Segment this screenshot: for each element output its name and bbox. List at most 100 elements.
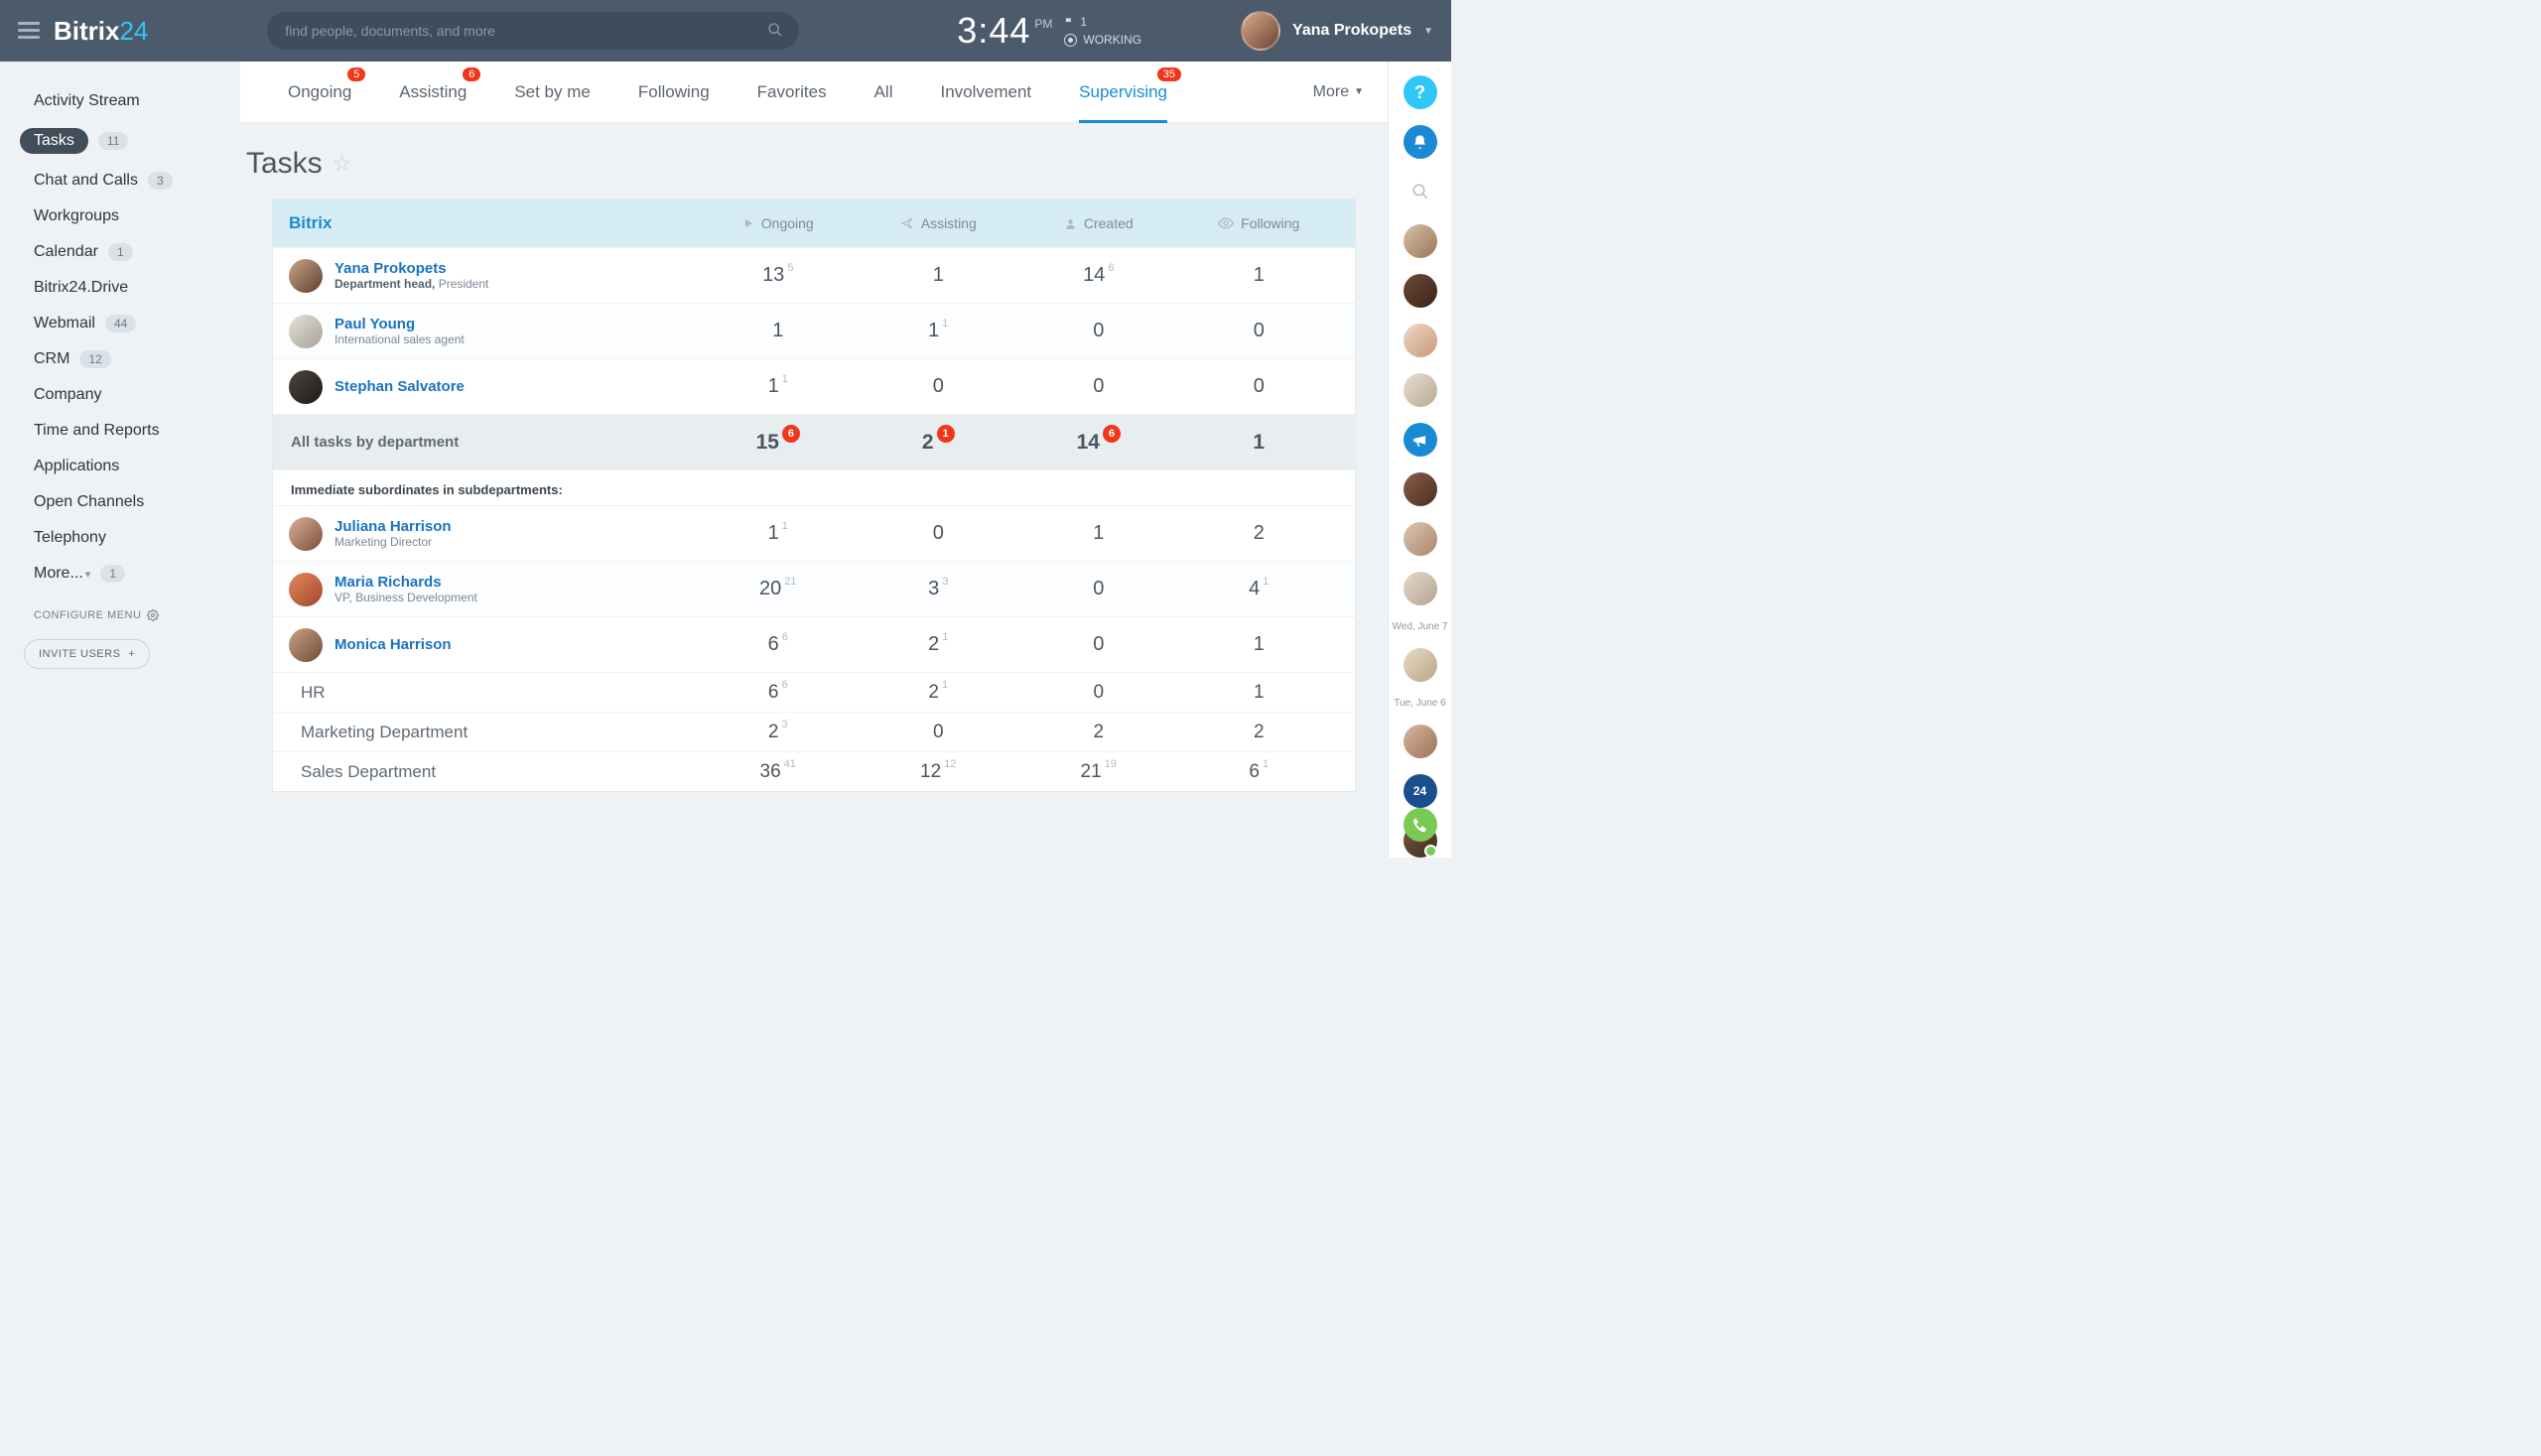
working-status: WORKING <box>1083 33 1141 47</box>
avatar[interactable] <box>289 315 323 348</box>
invite-users-button[interactable]: INVITE USERS + <box>24 639 150 669</box>
cell: 0 <box>1179 320 1340 342</box>
avatar[interactable] <box>289 370 323 404</box>
chevron-down-icon: ▾ <box>85 568 91 581</box>
sidebar-item[interactable]: Webmail44 <box>0 306 240 341</box>
sidebar-item[interactable]: More... ▾1 <box>0 556 240 592</box>
tab[interactable]: Assisting6 <box>375 62 490 123</box>
supervising-table: Bitrix Ongoing Assisting Created <box>272 199 1356 792</box>
person-name[interactable]: Stephan Salvatore <box>334 378 465 395</box>
sidebar-item[interactable]: Tasks11 <box>0 119 240 163</box>
contact-avatar[interactable] <box>1404 324 1437 357</box>
sidebar-item[interactable]: Workgroups <box>0 199 240 234</box>
logo[interactable]: Bitrix24 <box>54 16 148 47</box>
right-rail: ? Wed, June 7 Tue, June 6 24 <box>1388 62 1451 858</box>
contact-avatar[interactable] <box>1404 572 1437 605</box>
contact-avatar[interactable] <box>1404 472 1437 506</box>
person-name[interactable]: Monica Harrison <box>334 636 452 653</box>
sidebar-item[interactable]: Applications <box>0 449 240 484</box>
sidebar-badge: 1 <box>108 243 133 261</box>
cell: 2 <box>1018 722 1179 743</box>
department-row[interactable]: HR662101 <box>273 672 1355 712</box>
search-icon[interactable] <box>767 22 783 38</box>
tab-badge: 6 <box>463 67 480 81</box>
org-name[interactable]: Bitrix <box>289 213 698 233</box>
sidebar-item[interactable]: Chat and Calls3 <box>0 163 240 199</box>
notifications-button[interactable] <box>1404 125 1437 159</box>
cell: 2 <box>1179 722 1340 743</box>
configure-menu-label: CONFIGURE MENU <box>34 609 141 621</box>
configure-menu[interactable]: CONFIGURE MENU <box>0 592 240 631</box>
person-name[interactable]: Juliana Harrison <box>334 518 452 535</box>
person-name[interactable]: Maria Richards <box>334 574 477 591</box>
topbar: Bitrix24 3:44 PM 1 WORKING <box>0 0 1451 62</box>
contact-avatar[interactable] <box>1404 648 1437 682</box>
tab[interactable]: Supervising35 <box>1055 62 1191 123</box>
call-button[interactable] <box>1404 808 1437 842</box>
avatar[interactable] <box>289 628 323 662</box>
menu-toggle-icon[interactable] <box>18 22 40 40</box>
sidebar-badge: 3 <box>148 172 173 190</box>
department-name: Sales Department <box>289 762 698 782</box>
clock-time: 3:44 <box>957 10 1030 52</box>
person-name[interactable]: Yana Prokopets <box>334 260 488 277</box>
search-input[interactable] <box>267 12 799 50</box>
tab[interactable]: Following <box>614 62 734 123</box>
sidebar-item[interactable]: Time and Reports <box>0 413 240 449</box>
sidebar-item[interactable]: Company <box>0 377 240 413</box>
department-row[interactable]: Sales Department36411212211961 <box>273 751 1355 791</box>
user-menu[interactable]: Yana Prokopets ▼ <box>1241 11 1433 51</box>
sidebar-item[interactable]: CRM 12 <box>0 341 240 377</box>
department-row[interactable]: Marketing Department23022 <box>273 712 1355 751</box>
person-role: Marketing Director <box>334 535 452 549</box>
announcements-button[interactable] <box>1404 423 1437 457</box>
tabs-more[interactable]: More ▼ <box>1313 83 1364 101</box>
person-name[interactable]: Paul Young <box>334 316 465 332</box>
col-created[interactable]: Created <box>1018 215 1179 231</box>
sidebar-item[interactable]: Bitrix24.Drive <box>0 270 240 306</box>
phone-icon <box>1411 817 1428 834</box>
cell: 0 <box>859 722 1019 743</box>
sidebar-badge: 1 <box>100 565 125 583</box>
table-row: Monica Harrison662101 <box>273 616 1355 672</box>
sidebar-item[interactable]: Activity Stream <box>0 83 240 119</box>
bitrix24-app-icon[interactable]: 24 <box>1404 774 1437 808</box>
avatar[interactable] <box>289 259 323 293</box>
tab-badge: 5 <box>347 67 365 81</box>
sidebar-item-label: Applications <box>34 458 119 475</box>
cell: 2021 <box>698 578 859 600</box>
avatar[interactable] <box>289 573 323 606</box>
sidebar: Activity Stream Tasks11Chat and Calls3Wor… <box>0 62 240 858</box>
sidebar-item-label: CRM <box>34 350 69 368</box>
tab[interactable]: Set by me <box>490 62 614 123</box>
tab[interactable]: Ongoing5 <box>264 62 375 123</box>
col-ongoing[interactable]: Ongoing <box>698 215 859 231</box>
col-assisting[interactable]: Assisting <box>859 215 1019 231</box>
sidebar-item[interactable]: Calendar1 <box>0 234 240 270</box>
cell: 33 <box>859 578 1019 600</box>
contact-avatar[interactable] <box>1404 224 1437 258</box>
department-name: HR <box>289 683 698 703</box>
contact-avatar[interactable] <box>1404 725 1437 758</box>
sidebar-badge: 12 <box>79 350 110 368</box>
star-icon[interactable]: ☆ <box>333 151 352 177</box>
tab[interactable]: All <box>851 62 917 123</box>
col-following[interactable]: Following <box>1179 215 1340 231</box>
help-button[interactable]: ? <box>1404 75 1437 109</box>
record-icon <box>1064 34 1077 47</box>
contact-avatar[interactable] <box>1404 373 1437 407</box>
sidebar-item[interactable]: Telephony <box>0 520 240 556</box>
tab[interactable]: Involvement <box>917 62 1056 123</box>
contact-avatar[interactable] <box>1404 522 1437 556</box>
sidebar-item-label: Activity Stream <box>34 92 140 110</box>
cell: 1 <box>1179 264 1340 287</box>
summary-label: All tasks by department <box>289 434 698 451</box>
avatar[interactable] <box>289 517 323 551</box>
contact-avatar[interactable] <box>1404 274 1437 308</box>
flag-icon <box>1064 17 1075 28</box>
tab[interactable]: Favorites <box>734 62 851 123</box>
sidebar-item[interactable]: Open Channels <box>0 484 240 520</box>
invite-users-label: INVITE USERS <box>39 648 120 660</box>
rail-search[interactable] <box>1404 175 1437 208</box>
rail-date: Wed, June 7 <box>1393 621 1448 632</box>
